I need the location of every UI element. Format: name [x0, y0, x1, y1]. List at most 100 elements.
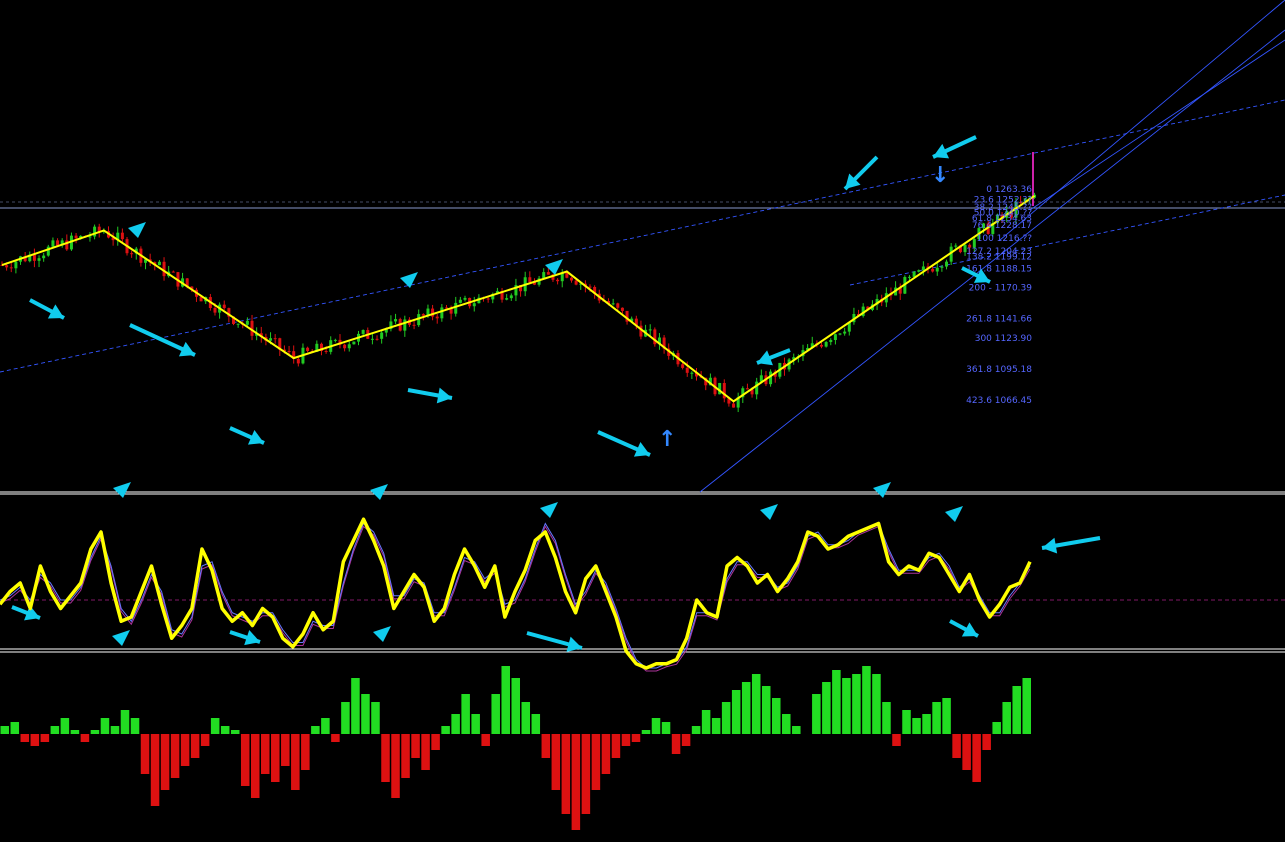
annotation-triangle-icon [113, 482, 131, 498]
histogram-bar [501, 666, 510, 734]
candle-body [333, 339, 337, 341]
candle-body [162, 261, 166, 277]
histogram-bar [952, 734, 961, 758]
candle-body [324, 350, 328, 352]
chart-canvas: ↑↓0 1263.3623.6 1252.??38.2 1245.??50.0 … [0, 0, 1285, 830]
fib-level-label: 261.8 1141.66 [966, 315, 1032, 325]
histogram-bar [411, 734, 420, 758]
candle-body [556, 279, 560, 282]
histogram-bar [110, 726, 120, 734]
candle-body [435, 316, 439, 319]
histogram-bar [461, 694, 470, 734]
histogram-bar [942, 698, 951, 734]
histogram-bar [842, 678, 851, 734]
candle-body [843, 331, 847, 334]
histogram-bar [1012, 686, 1021, 734]
histogram-bar [160, 734, 170, 790]
histogram-bar [180, 734, 190, 766]
candle-body [14, 261, 18, 269]
annotation-arrow-head [436, 387, 452, 404]
candle-body [732, 403, 736, 408]
candle-body [306, 347, 310, 352]
histogram-bar [331, 734, 340, 742]
histogram-bar [30, 734, 40, 746]
candle-body [907, 276, 911, 278]
candle-body [9, 267, 13, 269]
histogram-bar [852, 674, 861, 734]
histogram-bar [80, 734, 90, 742]
histogram-bar [321, 718, 330, 734]
histogram-bar [240, 734, 250, 786]
candle-body [37, 258, 41, 261]
histogram-bar [521, 702, 531, 734]
histogram-bar [721, 702, 731, 734]
histogram-bar [912, 718, 921, 734]
histogram-bar [992, 722, 1001, 734]
histogram-bar [381, 734, 390, 782]
histogram-bar [481, 734, 490, 746]
candle-body [88, 236, 92, 238]
candle-body [370, 338, 374, 340]
histogram-bar [711, 718, 721, 734]
histogram-bar [100, 718, 110, 734]
candle-body [648, 329, 652, 331]
histogram-bar [551, 734, 561, 790]
histogram-bar [230, 730, 240, 734]
histogram-bar [641, 730, 651, 734]
histogram-bar [741, 682, 751, 734]
histogram-bar [371, 702, 380, 734]
histogram-bar [541, 734, 551, 758]
histogram-bar [1022, 678, 1031, 734]
candle-body [755, 381, 759, 395]
histogram-bar [731, 690, 741, 734]
candle-body [945, 261, 949, 267]
candle-body [463, 297, 467, 300]
candle-body [921, 266, 925, 271]
histogram-bar [882, 702, 891, 734]
histogram-bar [972, 734, 981, 782]
histogram-bar [701, 710, 711, 734]
candle-body [296, 358, 300, 364]
candle-body [620, 307, 624, 311]
histogram-bar [170, 734, 180, 778]
candle-body [690, 372, 694, 374]
histogram-bar [671, 734, 681, 754]
candle-body [245, 320, 249, 325]
histogram-bar [812, 694, 821, 734]
histogram-bar [421, 734, 430, 770]
candle-body [375, 338, 379, 340]
candle-body [74, 235, 78, 239]
histogram-bar [341, 702, 350, 734]
histogram-bar [872, 674, 881, 734]
histogram-bar [601, 734, 611, 774]
histogram-bar [681, 734, 691, 746]
candle-body [940, 266, 944, 268]
candle-body [421, 314, 425, 316]
candle-body [380, 332, 384, 339]
histogram-bar [761, 686, 771, 734]
histogram-bar [771, 698, 781, 734]
candle-body [838, 333, 842, 335]
candle-body [120, 232, 124, 240]
histogram-bar [892, 734, 901, 746]
histogram-bar [150, 734, 160, 806]
candle-body [829, 339, 833, 343]
histogram-bar [190, 734, 200, 758]
histogram-bar [401, 734, 410, 778]
candle-body [130, 253, 134, 255]
histogram-bar [130, 718, 140, 734]
histogram-bar [932, 702, 941, 734]
candle-body [51, 240, 55, 247]
histogram-bar [962, 734, 971, 770]
candle-body [236, 323, 240, 325]
histogram-bar [561, 734, 571, 814]
candle-body [273, 338, 277, 340]
histogram-bar [431, 734, 440, 750]
candle-body [56, 240, 60, 246]
candle-body [505, 298, 509, 300]
histogram-bar [311, 726, 320, 734]
histogram-bar [220, 726, 230, 734]
sell-arrow-icon: ↓ [931, 163, 949, 188]
candle-body [685, 367, 689, 373]
histogram-bar [361, 694, 370, 734]
